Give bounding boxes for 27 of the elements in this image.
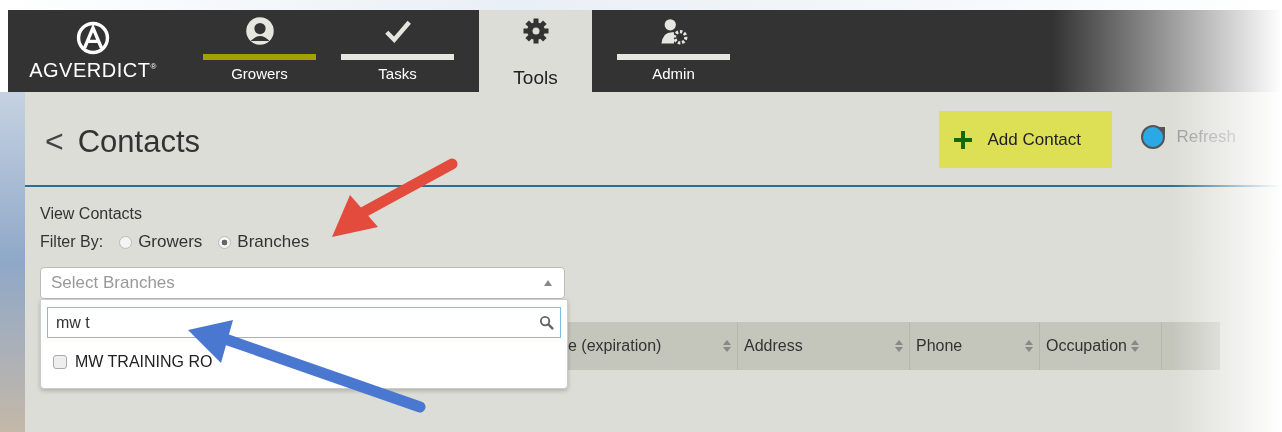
column-header[interactable]: Address	[738, 322, 910, 370]
nav-tab[interactable]: Admin	[617, 10, 730, 92]
nav-tab[interactable]: Tasks	[341, 10, 454, 92]
sort-icon	[1130, 340, 1139, 352]
add-contact-button[interactable]: Add Contact	[939, 111, 1113, 168]
column-header[interactable]: Phone	[910, 322, 1040, 370]
column-header[interactable]: Occupation	[1040, 322, 1162, 370]
nav-tab[interactable]: Growers	[203, 10, 316, 92]
page-title: Contacts	[77, 123, 201, 160]
nav-tab[interactable]: Tools	[479, 10, 592, 92]
logo-icon	[76, 20, 110, 55]
sort-icon	[1025, 340, 1033, 352]
back-button[interactable]: <	[39, 122, 70, 161]
brand-name: AGVERDICT$^{®}$	[29, 58, 157, 82]
column-header[interactable]: e (expiration)	[540, 322, 738, 370]
user-settings-icon	[658, 16, 689, 46]
sort-icon	[895, 340, 903, 352]
sort-icon	[723, 340, 731, 352]
section-heading: View Contacts	[40, 205, 143, 223]
search-icon	[539, 315, 554, 330]
radio-option[interactable]: Growers	[119, 232, 203, 252]
filter-label: Filter By:	[40, 233, 104, 251]
search-field[interactable]: mw t	[47, 307, 561, 338]
radio-option[interactable]: Branches	[218, 232, 310, 252]
plus-icon	[953, 129, 974, 150]
refresh-icon	[1140, 123, 1167, 150]
person-icon	[244, 16, 275, 46]
